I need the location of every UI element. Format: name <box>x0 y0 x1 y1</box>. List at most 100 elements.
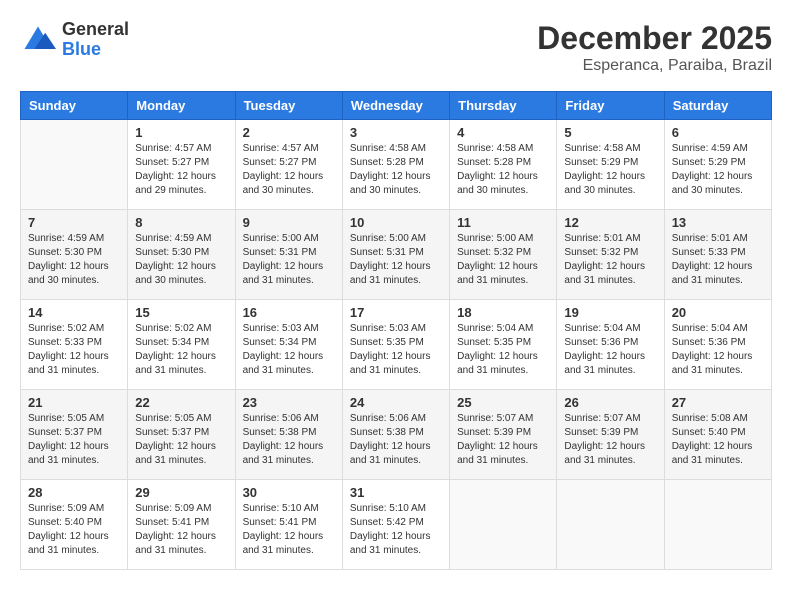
day-number: 5 <box>564 125 656 140</box>
calendar-cell: 4Sunrise: 4:58 AM Sunset: 5:28 PM Daylig… <box>450 120 557 210</box>
calendar-cell: 17 Sunrise: 5:03 AM Sunset: 5:35 PM Dayli… <box>342 300 449 390</box>
calendar-cell: 31 Sunrise: 5:10 AM Sunset: 5:42 PM Dayli… <box>342 480 449 570</box>
week-row: 21 Sunrise: 5:05 AM Sunset: 5:37 PM Dayli… <box>21 390 772 480</box>
day-number: 17 <box>350 305 442 320</box>
day-number: 18 <box>457 305 549 320</box>
day-info: Sunrise: 4:57 AM Sunset: 5:27 PM Dayligh… <box>243 142 335 198</box>
day-info: Sunrise: 5:09 AM Sunset: 5:40 PM Dayligh… <box>28 502 120 558</box>
day-info: Sunrise: 5:09 AM Sunset: 5:41 PM Dayligh… <box>135 502 227 558</box>
day-header-thursday: Thursday <box>450 92 557 120</box>
day-info: Sunrise: 5:10 AM Sunset: 5:42 PM Dayligh… <box>350 502 442 558</box>
calendar-cell: 10 Sunrise: 5:00 AM Sunset: 5:31 PM Dayli… <box>342 210 449 300</box>
logo-general: General <box>62 19 129 39</box>
calendar-cell: 22Sunrise: 5:05 AM Sunset: 5:37 PM Dayli… <box>128 390 235 480</box>
day-number: 11 <box>457 215 549 230</box>
day-number: 9 <box>243 215 335 230</box>
day-info: Sunrise: 5:00 AM Sunset: 5:32 PM Dayligh… <box>457 232 549 288</box>
day-number: 30 <box>243 485 335 500</box>
day-info: Sunrise: 5:01 AM Sunset: 5:33 PM Dayligh… <box>672 232 764 288</box>
day-header-wednesday: Wednesday <box>342 92 449 120</box>
week-row: 7 Sunrise: 4:59 AM Sunset: 5:30 PM Daylig… <box>21 210 772 300</box>
day-info: Sunrise: 5:07 AM Sunset: 5:39 PM Dayligh… <box>457 412 549 468</box>
day-header-saturday: Saturday <box>664 92 771 120</box>
calendar-cell: 12Sunrise: 5:01 AM Sunset: 5:32 PM Dayli… <box>557 210 664 300</box>
header: General Blue December 2025 Esperanca, Pa… <box>20 20 772 75</box>
calendar-cell: 11 Sunrise: 5:00 AM Sunset: 5:32 PM Dayli… <box>450 210 557 300</box>
logo-text: General Blue <box>62 20 129 60</box>
calendar-cell: 13 Sunrise: 5:01 AM Sunset: 5:33 PM Dayli… <box>664 210 771 300</box>
day-number: 26 <box>564 395 656 410</box>
calendar-cell: 27 Sunrise: 5:08 AM Sunset: 5:40 PM Dayli… <box>664 390 771 480</box>
day-number: 24 <box>350 395 442 410</box>
day-info: Sunrise: 4:57 AM Sunset: 5:27 PM Dayligh… <box>135 142 227 198</box>
calendar-cell <box>557 480 664 570</box>
day-info: Sunrise: 5:08 AM Sunset: 5:40 PM Dayligh… <box>672 412 764 468</box>
day-number: 31 <box>350 485 442 500</box>
calendar-cell: 24 Sunrise: 5:06 AM Sunset: 5:38 PM Dayli… <box>342 390 449 480</box>
day-info: Sunrise: 4:58 AM Sunset: 5:28 PM Dayligh… <box>350 142 442 198</box>
day-header-tuesday: Tuesday <box>235 92 342 120</box>
calendar-cell: 29 Sunrise: 5:09 AM Sunset: 5:41 PM Dayli… <box>128 480 235 570</box>
calendar-cell: 18 Sunrise: 5:04 AM Sunset: 5:35 PM Dayli… <box>450 300 557 390</box>
day-number: 27 <box>672 395 764 410</box>
day-number: 21 <box>28 395 120 410</box>
day-info: Sunrise: 4:59 AM Sunset: 5:30 PM Dayligh… <box>28 232 120 288</box>
month-title: December 2025 <box>537 20 772 57</box>
calendar-cell <box>450 480 557 570</box>
day-header-monday: Monday <box>128 92 235 120</box>
day-number: 2 <box>243 125 335 140</box>
calendar-cell: 28 Sunrise: 5:09 AM Sunset: 5:40 PM Dayli… <box>21 480 128 570</box>
calendar-cell: 23Sunrise: 5:06 AM Sunset: 5:38 PM Dayli… <box>235 390 342 480</box>
day-info: Sunrise: 5:00 AM Sunset: 5:31 PM Dayligh… <box>350 232 442 288</box>
calendar-cell <box>21 120 128 210</box>
day-number: 28 <box>28 485 120 500</box>
logo-blue: Blue <box>62 39 101 59</box>
day-info: Sunrise: 5:06 AM Sunset: 5:38 PM Dayligh… <box>350 412 442 468</box>
day-number: 13 <box>672 215 764 230</box>
day-header-sunday: Sunday <box>21 92 128 120</box>
day-info: Sunrise: 5:04 AM Sunset: 5:35 PM Dayligh… <box>457 322 549 378</box>
subtitle: Esperanca, Paraiba, Brazil <box>537 57 772 75</box>
day-number: 15 <box>135 305 227 320</box>
day-number: 1 <box>135 125 227 140</box>
day-number: 25 <box>457 395 549 410</box>
day-number: 20 <box>672 305 764 320</box>
day-number: 6 <box>672 125 764 140</box>
calendar-cell: 2 Sunrise: 4:57 AM Sunset: 5:27 PM Daylig… <box>235 120 342 210</box>
calendar-cell: 5Sunrise: 4:58 AM Sunset: 5:29 PM Daylig… <box>557 120 664 210</box>
calendar-cell: 3Sunrise: 4:58 AM Sunset: 5:28 PM Daylig… <box>342 120 449 210</box>
calendar-cell: 9Sunrise: 5:00 AM Sunset: 5:31 PM Daylig… <box>235 210 342 300</box>
week-row: 1 Sunrise: 4:57 AM Sunset: 5:27 PM Daylig… <box>21 120 772 210</box>
day-info: Sunrise: 4:58 AM Sunset: 5:28 PM Dayligh… <box>457 142 549 198</box>
day-number: 8 <box>135 215 227 230</box>
day-number: 29 <box>135 485 227 500</box>
day-info: Sunrise: 5:03 AM Sunset: 5:35 PM Dayligh… <box>350 322 442 378</box>
day-number: 14 <box>28 305 120 320</box>
calendar-cell: 26Sunrise: 5:07 AM Sunset: 5:39 PM Dayli… <box>557 390 664 480</box>
day-info: Sunrise: 5:02 AM Sunset: 5:34 PM Dayligh… <box>135 322 227 378</box>
logo-icon <box>20 22 56 58</box>
title-area: December 2025 Esperanca, Paraiba, Brazil <box>537 20 772 75</box>
day-info: Sunrise: 5:05 AM Sunset: 5:37 PM Dayligh… <box>28 412 120 468</box>
day-number: 23 <box>243 395 335 410</box>
day-number: 16 <box>243 305 335 320</box>
calendar-cell: 19Sunrise: 5:04 AM Sunset: 5:36 PM Dayli… <box>557 300 664 390</box>
day-number: 19 <box>564 305 656 320</box>
day-number: 10 <box>350 215 442 230</box>
day-header-friday: Friday <box>557 92 664 120</box>
day-info: Sunrise: 4:59 AM Sunset: 5:29 PM Dayligh… <box>672 142 764 198</box>
calendar-cell: 8Sunrise: 4:59 AM Sunset: 5:30 PM Daylig… <box>128 210 235 300</box>
day-info: Sunrise: 5:01 AM Sunset: 5:32 PM Dayligh… <box>564 232 656 288</box>
day-info: Sunrise: 5:03 AM Sunset: 5:34 PM Dayligh… <box>243 322 335 378</box>
calendar-cell: 25 Sunrise: 5:07 AM Sunset: 5:39 PM Dayli… <box>450 390 557 480</box>
calendar-cell: 7 Sunrise: 4:59 AM Sunset: 5:30 PM Daylig… <box>21 210 128 300</box>
calendar-cell: 14Sunrise: 5:02 AM Sunset: 5:33 PM Dayli… <box>21 300 128 390</box>
calendar-cell: 1 Sunrise: 4:57 AM Sunset: 5:27 PM Daylig… <box>128 120 235 210</box>
calendar-cell: 21 Sunrise: 5:05 AM Sunset: 5:37 PM Dayli… <box>21 390 128 480</box>
day-number: 7 <box>28 215 120 230</box>
week-row: 28 Sunrise: 5:09 AM Sunset: 5:40 PM Dayli… <box>21 480 772 570</box>
day-info: Sunrise: 5:04 AM Sunset: 5:36 PM Dayligh… <box>672 322 764 378</box>
calendar: SundayMondayTuesdayWednesdayThursdayFrid… <box>20 91 772 570</box>
calendar-cell: 20 Sunrise: 5:04 AM Sunset: 5:36 PM Dayli… <box>664 300 771 390</box>
week-row: 14Sunrise: 5:02 AM Sunset: 5:33 PM Dayli… <box>21 300 772 390</box>
